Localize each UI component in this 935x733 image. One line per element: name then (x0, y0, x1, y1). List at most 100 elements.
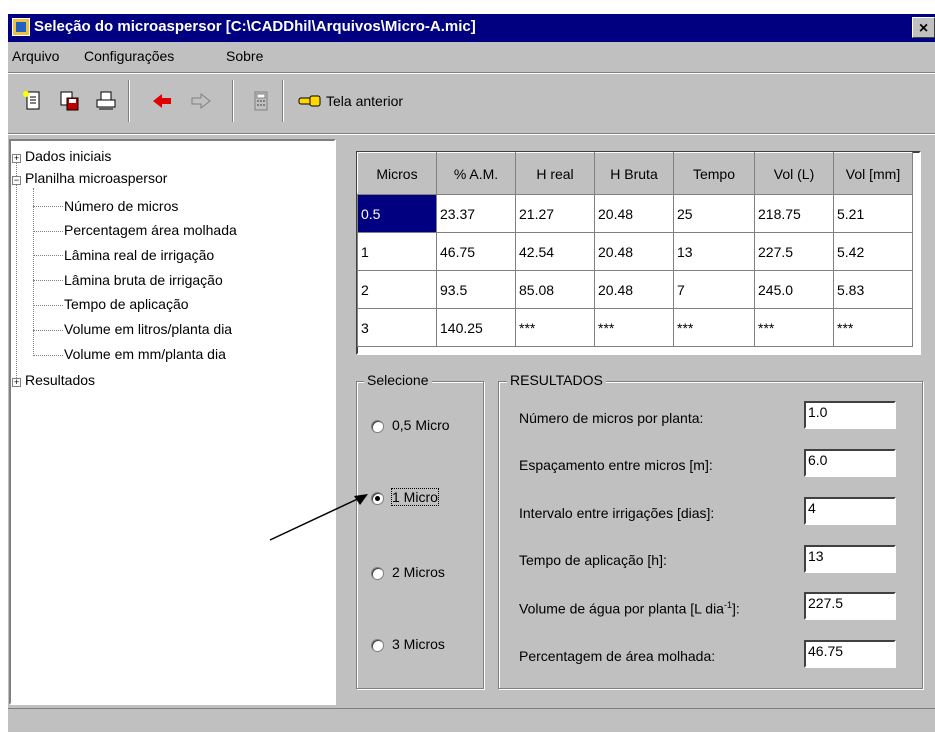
tree-node-dados-iniciais[interactable]: Dados iniciais (25, 148, 111, 164)
result-field-espacamento[interactable]: 6.0 (804, 449, 896, 477)
table-cell[interactable]: 3 (357, 308, 437, 347)
tree-line (33, 280, 63, 281)
window-title: Seleção do microaspersor [C:\CADDhil\Arq… (34, 18, 476, 35)
tree-item-volume-mm[interactable]: Volume em mm/planta dia (64, 346, 226, 362)
table-cell[interactable]: 227.5 (754, 232, 834, 271)
result-field-percentagem[interactable]: 46.75 (804, 640, 896, 668)
column-header[interactable]: Micros (357, 152, 437, 195)
table-cell[interactable]: 2 (357, 270, 437, 309)
column-header[interactable]: H real (515, 152, 595, 195)
table-row: 1 46.75 42.54 20.48 13 227.5 5.42 (357, 232, 913, 271)
table-cell[interactable]: 218.75 (754, 194, 834, 233)
result-label-volume: Volume de água por planta [L dia-1]: (519, 600, 740, 617)
column-header[interactable]: Vol [mm] (833, 152, 913, 195)
result-field-numero-micros[interactable]: 1.0 (804, 401, 896, 429)
radio-label[interactable]: 0,5 Micro (392, 417, 450, 433)
table-cell[interactable]: 21.27 (515, 194, 595, 233)
table-cell[interactable]: *** (594, 308, 674, 347)
close-button[interactable]: × (912, 17, 935, 38)
annotation-arrow-icon (269, 494, 368, 541)
tree-item-percentagem-area[interactable]: Percentagem área molhada (64, 222, 237, 238)
table-cell[interactable]: 5.21 (833, 194, 913, 233)
tree-item-numero-micros[interactable]: Número de micros (64, 198, 178, 214)
table-cell[interactable]: 46.75 (436, 232, 516, 271)
table-cell[interactable]: 25 (673, 194, 755, 233)
table-cell[interactable]: 42.54 (515, 232, 595, 271)
table-cell[interactable]: 93.5 (436, 270, 516, 309)
result-label: Percentagem de área molhada: (519, 648, 716, 664)
new-document-button[interactable] (20, 88, 46, 114)
column-header[interactable]: % A.M. (436, 152, 516, 195)
radio-0-5-micro[interactable] (371, 420, 384, 433)
table-cell[interactable]: 0.5 (357, 194, 437, 233)
radio-label[interactable]: 2 Micros (392, 564, 445, 580)
radio-2-micros[interactable] (371, 567, 384, 580)
radio-1-micro[interactable] (371, 492, 384, 505)
table-cell[interactable]: 1 (357, 232, 437, 271)
selecione-title: Selecione (364, 372, 432, 388)
result-label-sup: -1 (723, 600, 732, 610)
tree-node-planilha-microaspersor[interactable]: Planilha microaspersor (25, 170, 167, 186)
forward-arrow-button[interactable] (188, 88, 214, 114)
tree-collapse-icon[interactable]: − (12, 176, 21, 185)
print-button[interactable] (93, 88, 119, 114)
table-row: 2 93.5 85.08 20.48 7 245.0 5.83 (357, 270, 913, 309)
save-button[interactable] (56, 88, 82, 114)
tree-line (16, 162, 17, 380)
back-arrow-button[interactable] (149, 88, 175, 114)
result-label: Tempo de aplicação [h]: (519, 552, 667, 568)
radio-label[interactable]: 1 Micro (391, 488, 439, 506)
result-label: Espaçamento entre micros [m]: (519, 457, 713, 473)
table-cell[interactable]: 140.25 (436, 308, 516, 347)
tree-line (33, 231, 63, 232)
table-row: 0.5 23.37 21.27 20.48 25 218.75 5.21 (357, 194, 913, 233)
table-cell[interactable]: 85.08 (515, 270, 595, 309)
column-header[interactable]: H Bruta (594, 152, 674, 195)
tree-node-resultados[interactable]: Resultados (25, 372, 95, 388)
table-cell[interactable]: 23.37 (436, 194, 516, 233)
result-field-tempo[interactable]: 13 (804, 545, 896, 573)
results-table: Micros % A.M. H real H Bruta Tempo Vol (… (357, 152, 913, 347)
table-cell[interactable]: *** (833, 308, 913, 347)
tree-line (33, 206, 63, 207)
radio-label[interactable]: 3 Micros (392, 636, 445, 652)
tree-item-lamina-real[interactable]: Lâmina real de irrigação (64, 247, 214, 263)
table-cell[interactable]: 20.48 (594, 194, 674, 233)
table-cell[interactable]: 20.48 (594, 232, 674, 271)
table-cell[interactable]: *** (754, 308, 834, 347)
menu-configuracoes[interactable]: Configurações (84, 48, 174, 64)
tree-expand-icon[interactable]: + (12, 378, 21, 387)
toolbar-separator (282, 80, 284, 122)
tree-item-lamina-bruta[interactable]: Lâmina bruta de irrigação (64, 272, 223, 288)
arrow-left-icon (153, 94, 171, 108)
table-cell[interactable]: 13 (673, 232, 755, 271)
tela-anterior-label: Tela anterior (326, 93, 404, 109)
column-header[interactable]: Tempo (673, 152, 755, 195)
tree-item-volume-litros[interactable]: Volume em litros/planta dia (64, 321, 232, 337)
table-header-row: Micros % A.M. H real H Bruta Tempo Vol (… (357, 152, 913, 195)
table-cell[interactable]: *** (515, 308, 595, 347)
tree-expand-icon[interactable]: + (12, 154, 21, 163)
table-cell[interactable]: 5.42 (833, 232, 913, 271)
menu-separator (8, 72, 935, 74)
status-bar (8, 708, 935, 733)
radio-3-micros[interactable] (371, 639, 384, 652)
column-header[interactable]: Vol (L) (754, 152, 834, 195)
tela-anterior-button[interactable]: Tela anterior (298, 88, 403, 114)
tree-item-tempo-aplicacao[interactable]: Tempo de aplicação (64, 296, 189, 312)
result-label-tail: ]: (731, 600, 740, 617)
resultados-title: RESULTADOS (507, 372, 606, 388)
result-label: Intervalo entre irrigações [dias]: (519, 505, 715, 521)
calculator-button[interactable] (248, 88, 274, 114)
save-icon (60, 91, 79, 111)
result-field-intervalo[interactable]: 4 (804, 497, 896, 525)
table-cell[interactable]: *** (673, 308, 755, 347)
menu-sobre[interactable]: Sobre (226, 48, 263, 64)
menu-arquivo[interactable]: Arquivo (12, 48, 59, 64)
table-cell[interactable]: 245.0 (754, 270, 834, 309)
result-field-volume[interactable]: 227.5 (804, 592, 896, 620)
table-cell[interactable]: 20.48 (594, 270, 674, 309)
table-cell[interactable]: 7 (673, 270, 755, 309)
tree-line (33, 255, 63, 256)
table-cell[interactable]: 5.83 (833, 270, 913, 309)
